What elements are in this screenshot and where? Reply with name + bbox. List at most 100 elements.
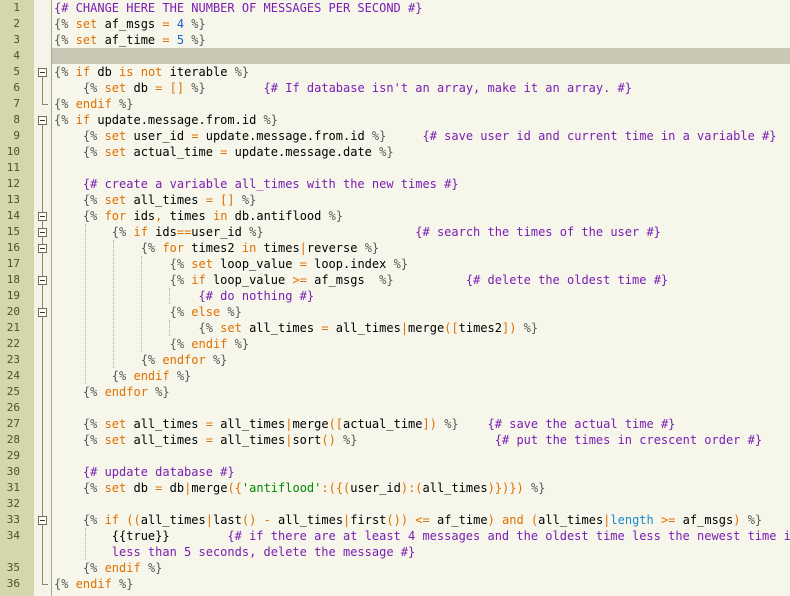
- code-token: %}: [241, 193, 257, 207]
- line-number: 2: [13, 17, 20, 30]
- code-line[interactable]: {% set all_times = all_times|merge([actu…: [54, 416, 676, 432]
- code-line[interactable]: {% endif %}: [54, 336, 249, 352]
- code-line[interactable]: {% if loop_value >= af_msgs %} {# delete…: [54, 272, 669, 288]
- code-token: ==: [176, 225, 192, 239]
- code-token: loop_value: [220, 257, 300, 271]
- code-line[interactable]: {% endif %}: [54, 576, 133, 592]
- code-token: set: [212, 321, 250, 335]
- code-token: %}: [444, 417, 459, 431]
- code-token: {%: [54, 337, 185, 351]
- code-line[interactable]: {% set af_time = 5 %}: [54, 32, 206, 48]
- code-line[interactable]: {# create a variable all_times with the …: [54, 176, 459, 192]
- code-token: {%: [54, 305, 185, 319]
- code-token: for: [97, 209, 134, 223]
- code-token: =: [299, 257, 315, 271]
- code-line[interactable]: {% endif %}: [54, 96, 133, 112]
- line-number: 20: [6, 305, 20, 318]
- code-token: {%: [54, 369, 127, 383]
- code-line[interactable]: {% endfor %}: [54, 352, 228, 368]
- code-line[interactable]: {# CHANGE HERE THE NUMBER OF MESSAGES PE…: [54, 0, 422, 16]
- fold-toggle-icon[interactable]: [38, 116, 47, 125]
- code-line[interactable]: {# do nothing #}: [54, 288, 314, 304]
- code-token: all_times: [220, 417, 286, 431]
- code-line[interactable]: {% set all_times = all_times|sort() %} {…: [54, 432, 762, 448]
- code-token: all_times: [335, 321, 401, 335]
- line-number: 6: [13, 81, 20, 94]
- fold-end-mark: [42, 104, 48, 105]
- code-token: {%: [54, 481, 98, 495]
- code-token: endif: [97, 561, 148, 575]
- fold-toggle-icon[interactable]: [38, 516, 47, 525]
- code-line[interactable]: {# update database #}: [54, 464, 235, 480]
- code-editor[interactable]: 1 2 3 4 5 6 7 8 9 10 11 12 13 14 15 16 17 18 19 20 21 22 23 24 2…: [0, 0, 790, 596]
- code-line[interactable]: {% endif %}: [54, 368, 191, 384]
- code-line[interactable]: {{true}} {# if there are at least 4 mess…: [54, 528, 790, 544]
- current-line-highlight: [52, 48, 790, 64]
- line-number: 34: [6, 529, 20, 542]
- code-line[interactable]: {% if ids==user_id %} {# search the time…: [54, 224, 661, 240]
- code-token: all_times: [140, 513, 206, 527]
- code-token: ):(: [400, 481, 423, 495]
- line-number: 5: [13, 65, 20, 78]
- code-line[interactable]: {% endfor %}: [54, 384, 170, 400]
- code-line[interactable]: {% for times2 in times|reverse %}: [54, 240, 379, 256]
- fold-toggle-icon[interactable]: [38, 276, 47, 285]
- code-token: loop_value: [212, 273, 293, 287]
- code-token: sort: [292, 433, 322, 447]
- code-token: %}: [184, 17, 206, 31]
- code-line[interactable]: {% if update.message.from.id %}: [54, 112, 278, 128]
- code-token: user_id: [133, 129, 192, 143]
- fold-toggle-icon[interactable]: [38, 212, 47, 221]
- line-number: 18: [6, 273, 20, 286]
- code-token: db: [97, 65, 120, 79]
- line-number: 17: [6, 257, 20, 270]
- code-line[interactable]: {% set actual_time = update.message.date…: [54, 144, 394, 160]
- code-token: {%: [54, 97, 69, 111]
- code-line[interactable]: {% set af_msgs = 4 %}: [54, 16, 206, 32]
- code-token: {%: [54, 273, 185, 287]
- code-token: ,: [155, 209, 170, 223]
- code-line[interactable]: {% set all_times = all_times|merge([time…: [54, 320, 538, 336]
- code-line[interactable]: {% set loop_value = loop.index %}: [54, 256, 408, 272]
- code-token: %}: [393, 257, 409, 271]
- code-line[interactable]: {% set db = db|merge({'antiflood':({(use…: [54, 480, 546, 496]
- fold-toggle-icon[interactable]: [38, 68, 47, 77]
- code-token: %}: [364, 241, 380, 255]
- code-token: {%: [54, 193, 98, 207]
- code-token: set: [184, 257, 221, 271]
- fold-toggle-icon[interactable]: [38, 228, 47, 237]
- code-token: is not: [119, 65, 170, 79]
- code-token: db: [133, 81, 156, 95]
- code-token: {%: [54, 385, 98, 399]
- code-token: user_id: [350, 481, 401, 495]
- code-token: {# CHANGE HERE THE NUMBER OF MESSAGES PE…: [54, 1, 423, 15]
- code-token: %}: [523, 321, 539, 335]
- code-token: endfor: [97, 385, 156, 399]
- code-token: set: [97, 433, 134, 447]
- code-line[interactable]: {% set user_id = update.message.from.id …: [54, 128, 777, 144]
- code-token: af_time: [436, 513, 488, 527]
- code-line[interactable]: {% if ((all_times|last() - all_times|fir…: [54, 512, 762, 528]
- line-number: 24: [6, 369, 20, 382]
- code-token: =: [191, 129, 206, 143]
- code-token: if: [97, 513, 127, 527]
- code-token: {# delete the oldest time #}: [393, 273, 669, 287]
- code-token: {%: [54, 577, 69, 591]
- line-number: 27: [6, 417, 20, 430]
- code-token: update.message.date: [234, 145, 380, 159]
- fold-toggle-icon[interactable]: [38, 308, 47, 317]
- code-line[interactable]: {% set all_times = [] %}: [54, 192, 256, 208]
- code-line[interactable]: {% else %}: [54, 304, 242, 320]
- code-line[interactable]: {% if db is not iterable %}: [54, 64, 249, 80]
- code-token: in: [212, 209, 235, 223]
- code-token: times: [263, 241, 300, 255]
- code-line[interactable]: less than 5 seconds, delete the message …: [54, 544, 415, 560]
- line-number: 25: [6, 385, 20, 398]
- code-line[interactable]: {% for ids, times in db.antiflood %}: [54, 208, 343, 224]
- code-line[interactable]: {% endif %}: [54, 560, 163, 576]
- code-token: db: [169, 481, 185, 495]
- line-number: 15: [6, 225, 20, 238]
- fold-toggle-icon[interactable]: [38, 244, 47, 253]
- code-line[interactable]: {% set db = [] %} {# If database isn't a…: [54, 80, 632, 96]
- code-token: {%: [54, 33, 69, 47]
